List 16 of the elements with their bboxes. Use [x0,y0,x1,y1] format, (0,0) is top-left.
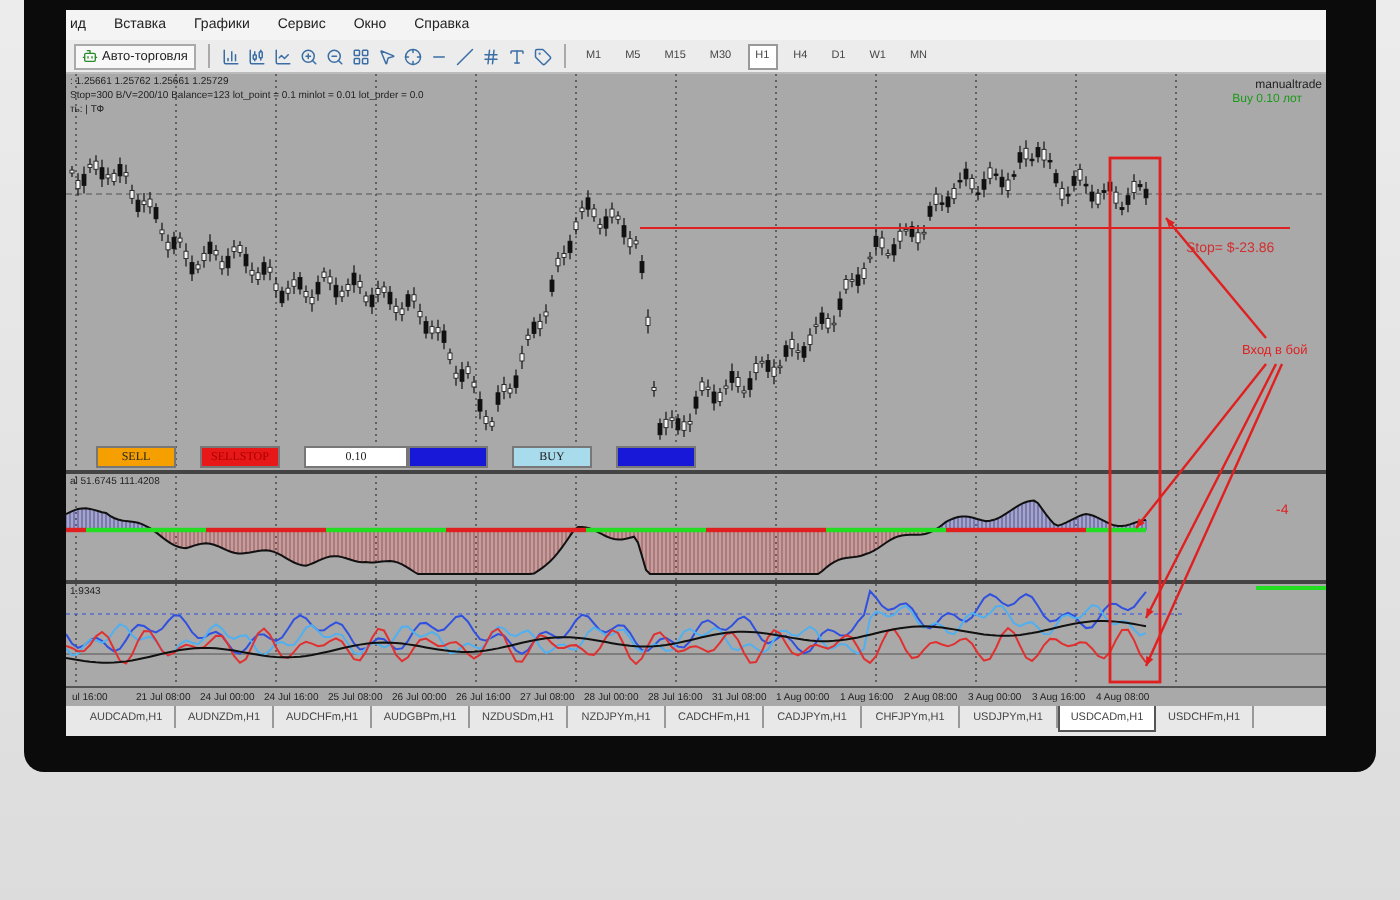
label-icon[interactable] [533,47,552,65]
level-line [1256,586,1326,590]
robot-icon [82,48,98,64]
grid-icon[interactable] [351,47,370,65]
zoom-in-icon[interactable] [299,47,318,65]
crosshair-icon[interactable] [403,47,422,65]
zoom-out-icon[interactable] [325,47,344,65]
candlestick-icon[interactable] [247,47,266,65]
blank-button[interactable] [408,446,488,468]
line-chart-icon[interactable] [273,47,292,65]
text-icon[interactable] [507,47,526,65]
bar-chart-icon[interactable] [221,47,240,65]
blank-button[interactable] [616,446,696,468]
cursor-icon[interactable] [377,47,396,65]
hash-icon[interactable] [481,47,500,65]
trend-line-icon[interactable] [455,47,474,65]
